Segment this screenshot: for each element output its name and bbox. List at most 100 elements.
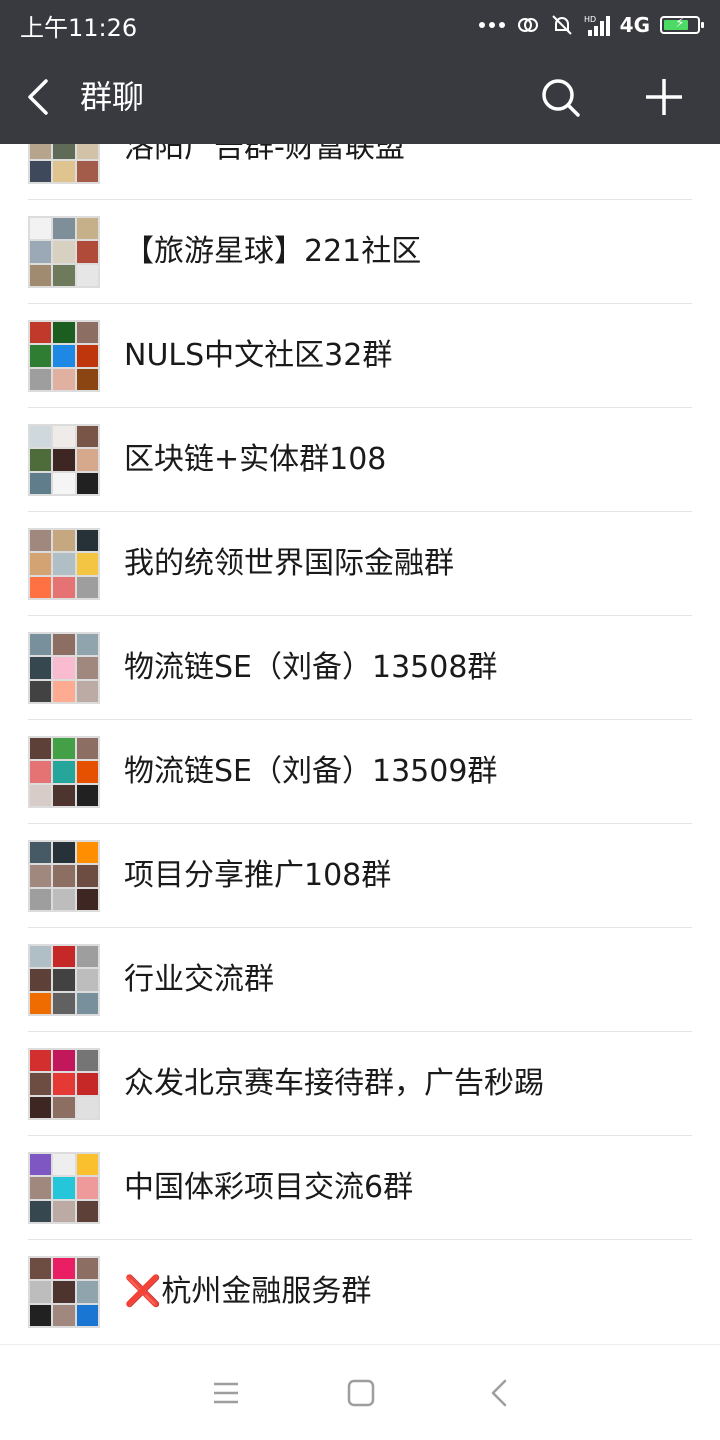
group-name: 区块链+实体群108 xyxy=(124,442,387,477)
avatar-tile xyxy=(30,865,52,887)
system-nav-bar xyxy=(0,1344,720,1440)
avatar-tile xyxy=(30,657,52,679)
group-avatar xyxy=(28,944,100,1016)
list-item[interactable]: 我的统领世界国际金融群 xyxy=(0,512,720,616)
list-item[interactable]: 中国体彩项目交流6群 xyxy=(0,1136,720,1240)
avatar-tile xyxy=(30,144,52,159)
avatar-tile xyxy=(53,888,75,910)
group-name: 中国体彩项目交流6群 xyxy=(124,1170,414,1205)
avatar-tile xyxy=(53,784,75,806)
home-square-icon[interactable] xyxy=(347,1379,375,1407)
avatar-tile xyxy=(76,1200,98,1222)
group-avatar xyxy=(28,1048,100,1120)
status-bar: 上午11:26 HD 4G ⚡ xyxy=(0,0,720,50)
avatar-tile xyxy=(30,784,52,806)
avatar-tile xyxy=(53,1258,75,1280)
avatar-tile xyxy=(30,426,52,448)
group-list[interactable]: 洛阳广告群-财富联盟【旅游星球】221社区 NULS中文社区32群 区块链+实体群1… xyxy=(0,144,720,1344)
avatar-tile xyxy=(30,888,52,910)
group-avatar xyxy=(28,528,100,600)
list-item[interactable]: 区块链+实体群108 xyxy=(0,408,720,512)
list-item[interactable]: 洛阳广告群-财富联盟 xyxy=(0,144,720,200)
group-list-inner: 洛阳广告群-财富联盟【旅游星球】221社区 NULS中文社区32群 区块链+实体群1… xyxy=(0,144,720,1344)
avatar-tile xyxy=(76,160,98,182)
avatar-tile xyxy=(76,218,98,240)
avatar-tile xyxy=(76,634,98,656)
avatar-tile xyxy=(76,1304,98,1326)
avatar-tile xyxy=(53,946,75,968)
avatar-tile xyxy=(76,842,98,864)
group-avatar xyxy=(28,320,100,392)
avatar-tile xyxy=(53,738,75,760)
avatar-tile xyxy=(53,865,75,887)
avatar-tile xyxy=(30,946,52,968)
group-avatar xyxy=(28,144,100,184)
list-item[interactable]: 众发北京赛车接待群，广告秒踢 xyxy=(0,1032,720,1136)
avatar-tile xyxy=(53,322,75,344)
back-arrow-icon[interactable] xyxy=(24,77,54,117)
list-item[interactable]: 项目分享推广108群 xyxy=(0,824,720,928)
avatar-tile xyxy=(76,264,98,286)
avatar-tile xyxy=(53,842,75,864)
avatar-tile xyxy=(30,553,52,575)
avatar-tile xyxy=(76,1050,98,1072)
avatar-tile xyxy=(53,1096,75,1118)
nav-bar: 群聊 xyxy=(0,50,720,144)
bell-off-icon xyxy=(551,15,572,35)
list-item[interactable]: 行业交流群 xyxy=(0,928,720,1032)
avatar-tile xyxy=(30,1073,52,1095)
avatar-tile xyxy=(76,888,98,910)
hd-icon: HD xyxy=(584,15,596,24)
avatar-tile xyxy=(53,530,75,552)
battery-charging-icon: ⚡ xyxy=(660,16,704,34)
list-item[interactable]: NULS中文社区32群 xyxy=(0,304,720,408)
group-name: 我的统领世界国际金融群 xyxy=(124,546,454,581)
avatar-tile xyxy=(76,1096,98,1118)
avatar-tile xyxy=(53,1154,75,1176)
list-item[interactable]: ❌杭州金融服务群 xyxy=(0,1240,720,1344)
group-avatar xyxy=(28,424,100,496)
avatar-tile xyxy=(76,992,98,1014)
avatar-tile xyxy=(53,472,75,494)
group-avatar xyxy=(28,632,100,704)
group-name: 行业交流群 xyxy=(124,962,274,997)
avatar-tile xyxy=(30,576,52,598)
avatar-tile xyxy=(76,1281,98,1303)
page-title: 群聊 xyxy=(80,78,145,116)
group-name: 【旅游星球】221社区 xyxy=(124,234,422,269)
group-avatar xyxy=(28,736,100,808)
group-name: 物流链SE（刘备）13508群 xyxy=(124,650,498,685)
group-avatar xyxy=(28,1152,100,1224)
avatar-tile xyxy=(53,368,75,390)
back-triangle-icon[interactable] xyxy=(486,1379,514,1407)
avatar-tile xyxy=(30,969,52,991)
avatar-tile xyxy=(30,1200,52,1222)
plus-icon[interactable] xyxy=(644,77,684,117)
avatar-tile xyxy=(76,680,98,702)
search-icon[interactable] xyxy=(540,77,580,117)
group-name: NULS中文社区32群 xyxy=(124,338,393,373)
battery-tip xyxy=(701,22,704,28)
avatar-tile xyxy=(53,1177,75,1199)
list-item[interactable]: 物流链SE（刘备）13508群 xyxy=(0,616,720,720)
avatar-tile xyxy=(53,1304,75,1326)
avatar-tile xyxy=(53,969,75,991)
group-name: 项目分享推广108群 xyxy=(124,858,392,893)
avatar-tile xyxy=(30,1154,52,1176)
avatar-tile xyxy=(53,680,75,702)
avatar-tile xyxy=(53,553,75,575)
avatar-tile xyxy=(53,426,75,448)
avatar-tile xyxy=(76,1154,98,1176)
group-avatar xyxy=(28,1256,100,1328)
avatar-tile xyxy=(53,264,75,286)
avatar-tile xyxy=(76,472,98,494)
avatar-tile xyxy=(30,761,52,783)
list-item[interactable]: 物流链SE（刘备）13509群 xyxy=(0,720,720,824)
avatar-tile xyxy=(76,657,98,679)
more-dots-icon xyxy=(478,22,505,28)
avatar-tile xyxy=(30,160,52,182)
list-item[interactable]: 【旅游星球】221社区 xyxy=(0,200,720,304)
bolt-icon: ⚡ xyxy=(675,16,685,31)
menu-icon[interactable] xyxy=(212,1379,240,1407)
group-name: ❌杭州金融服务群 xyxy=(124,1274,372,1309)
